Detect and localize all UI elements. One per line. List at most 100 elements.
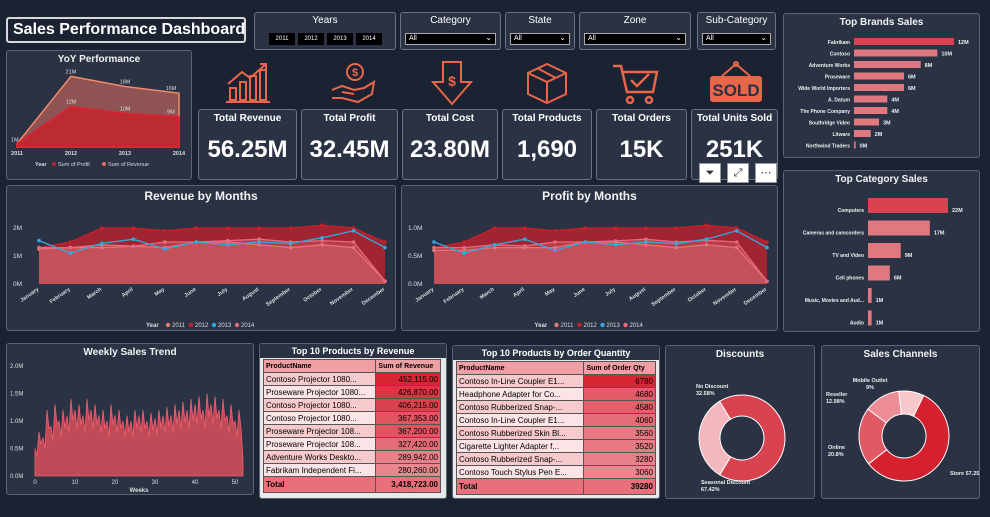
total-value: 3,418,723.00: [375, 476, 441, 493]
yoy-data-label: 18M: [120, 79, 131, 85]
top-brands-chart[interactable]: Fabrikam 12M Contoso 10M Adventure Works 8M Pr…: [784, 28, 979, 156]
zone-slicer[interactable]: Zone All ⌄: [579, 12, 691, 50]
table-row[interactable]: Contoso Rubberized Skin Bl... 3560: [455, 426, 656, 440]
profit-x-tick: November: [712, 286, 738, 307]
table-row[interactable]: Contoso In-Line Coupler E1... 6780: [455, 374, 656, 388]
profit-legend-dot: [554, 322, 559, 328]
revenue-y-tick: 0M: [13, 281, 22, 288]
channels-slice-label: 9%: [866, 385, 874, 391]
weekly-sales-chart[interactable]: 2.0M 1.5M 1.0M 0.5M 0.0M 0 10 20 30 40 50 Weeks: [7, 358, 253, 494]
profit-point: [613, 226, 618, 230]
revenue-y-tick: 1M: [13, 253, 22, 260]
weekly-x-tick: 10: [72, 480, 79, 486]
product-name-cell: Contoso Touch Stylus Pen E...: [455, 465, 585, 479]
profit-legend-item: 2014: [630, 323, 644, 329]
revenue-table-column-header[interactable]: Sum of Revenue: [375, 359, 441, 373]
brands-category-label: Northwind Traders: [806, 144, 850, 150]
table-row[interactable]: Contoso Rubberized Snap-... 4580: [455, 400, 656, 414]
revenue-x-tick: December: [361, 286, 387, 307]
zone-dropdown[interactable]: All ⌄: [584, 33, 686, 45]
profit-y-tick: 1.0M: [408, 225, 422, 232]
revenue-point: [320, 223, 324, 227]
category-value-label: 22M: [952, 208, 963, 214]
brands-bar: [854, 141, 856, 149]
discounts-slice-label: 32.58%: [696, 391, 715, 397]
year-button-2014[interactable]: 2014: [356, 33, 382, 45]
year-button-2011[interactable]: 2011: [269, 33, 295, 45]
revenue-table-total-row: Total 3,418,723.00: [262, 476, 441, 493]
table-row[interactable]: Proseware Projector 1080... 426,870.00: [262, 385, 441, 399]
table-row[interactable]: Cigarette Lighter Adapter f... 3520: [455, 439, 656, 453]
value-cell: 367,353.00: [375, 411, 441, 425]
subcategory-slicer[interactable]: Sub-Category All ⌄: [697, 12, 776, 50]
brands-value-label: 12M: [958, 40, 969, 46]
weekly-x-label: Weeks: [130, 488, 150, 494]
table-row[interactable]: Contoso Projector 1080... 406,215.00: [262, 398, 441, 412]
focus-mode-icon[interactable]: ⤢: [727, 163, 749, 183]
brands-category-label: Fabrikam: [828, 40, 851, 46]
top-category-chart[interactable]: Computers 22M Cameras and camcorders 17M TV …: [784, 185, 979, 330]
profit-legend-item: 2013: [607, 323, 621, 329]
years-slicer[interactable]: Years 2011 2012 2013 2014: [254, 12, 396, 50]
table-row[interactable]: Contoso Projector 1080... 367,353.00: [262, 411, 441, 425]
profit-x-tick: May: [544, 286, 557, 298]
profit-point: [553, 229, 557, 233]
category-category-label: Cell phones: [836, 276, 865, 282]
kpi-label: Total Orders: [612, 113, 671, 124]
state-dropdown[interactable]: All ⌄: [510, 33, 570, 45]
subcategory-dropdown[interactable]: All ⌄: [702, 33, 771, 45]
product-name-cell: Contoso Projector 1080...: [262, 398, 377, 412]
qty-table-column-header[interactable]: Sum of Order Qty: [583, 361, 656, 375]
table-row[interactable]: Fabrikam Independent Fi... 280,260.00: [262, 463, 441, 477]
category-slicer[interactable]: Category All ⌄: [400, 12, 501, 50]
brands-value-label: 0M: [860, 144, 868, 150]
revenue-point: [68, 245, 73, 250]
state-slicer[interactable]: State All ⌄: [505, 12, 575, 50]
profit-x-tick: October: [687, 286, 708, 304]
top-products-qty-table[interactable]: ProductName Sum of Order Qty Contoso In-Li…: [455, 361, 656, 495]
category-bar: [868, 243, 901, 258]
kpi-value: 56.25M: [207, 136, 288, 163]
category-value-label: 1M: [876, 298, 884, 304]
yoy-y-label: 1M: [11, 138, 19, 144]
total-label: Total: [262, 476, 377, 493]
more-options-icon[interactable]: ⋯: [755, 163, 777, 183]
yoy-data-label: 10M: [120, 106, 131, 112]
year-button-2013[interactable]: 2013: [327, 33, 353, 45]
yoy-legend-revenue: Sum of Revenue: [108, 162, 149, 168]
kpi-card-products: Total Products 1,690: [502, 109, 592, 180]
brands-category-label: A. Datum: [828, 98, 851, 104]
top-brands-panel: Top Brands Sales Fabrikam 12M Contoso 10M Ad…: [783, 13, 980, 158]
revenue-table-column-header[interactable]: ProductName: [262, 359, 377, 373]
yoy-chart[interactable]: 21M 18M 16M 12M 10M 9M 1M 2011 2012 2013 2014 Year S…: [7, 65, 191, 177]
weekly-y-tick: 0.0M: [10, 474, 23, 480]
sales-channels-donut-chart[interactable]: Store 57.25% Online20.8% Reseller12.98% Mob…: [822, 360, 979, 496]
brands-category-label: Southridge Video: [809, 121, 850, 127]
category-dropdown[interactable]: All ⌄: [405, 33, 496, 45]
discounts-donut-chart[interactable]: Seasonal Discount67.42% No Discount32.58%: [666, 360, 814, 496]
profit-months-chart[interactable]: 1.0M 0.5M 0.0MJanuary February March April May…: [402, 202, 777, 330]
table-row[interactable]: Contoso Projector 1080... 452,115.00: [262, 372, 441, 386]
revenue-point: [225, 226, 230, 230]
revenue-chart-icon: [226, 63, 270, 103]
table-row[interactable]: Proseware Projector 108... 367,200.00: [262, 424, 441, 438]
table-row[interactable]: Contoso Touch Stylus Pen E... 3060: [455, 465, 656, 479]
table-row[interactable]: Contoso Rubberized Snap-... 3280: [455, 452, 656, 466]
product-name-cell: Headphone Adapter for Co...: [455, 387, 585, 401]
total-value: 39280: [583, 478, 656, 495]
profit-legend-item: 2011: [561, 323, 575, 329]
table-row[interactable]: Proseware Projector 108... 327,420.00: [262, 437, 441, 451]
table-row[interactable]: Contoso In-Line Coupler E1... 4060: [455, 413, 656, 427]
revenue-months-chart[interactable]: 2M 1M 0MJanuary February March April May June Ju…: [7, 202, 395, 330]
revenue-point: [163, 247, 167, 251]
top-products-revenue-table[interactable]: ProductName Sum of Revenue Contoso Project…: [262, 359, 441, 493]
value-cell: 367,200.00: [375, 424, 441, 438]
profit-x-tick: June: [573, 287, 587, 299]
qty-table-column-header[interactable]: ProductName: [455, 361, 585, 375]
svg-text:SOLD: SOLD: [712, 81, 759, 100]
year-button-2012[interactable]: 2012: [298, 33, 324, 45]
table-row[interactable]: Headphone Adapter for Co... 4680: [455, 387, 656, 401]
table-row[interactable]: Adventure Works Deskto... 289,942.00: [262, 450, 441, 464]
filter-icon[interactable]: ⏷: [699, 163, 721, 183]
revenue-x-tick: August: [241, 287, 260, 303]
